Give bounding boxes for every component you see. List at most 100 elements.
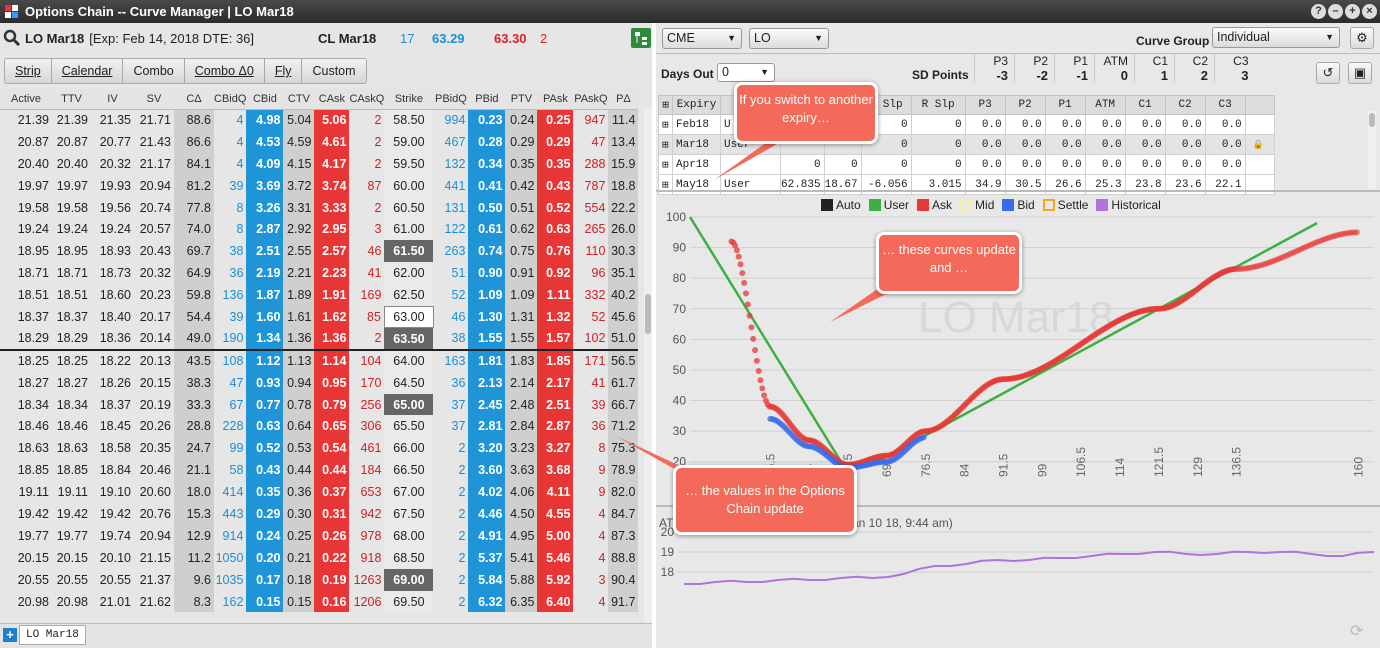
cell-iv[interactable]: 18.60 [91,284,134,306]
column-header[interactable]: Active [0,89,52,110]
cell-sv[interactable]: 20.57 [134,218,174,240]
cell-cδ[interactable]: 54.4 [174,306,214,328]
minimize-icon[interactable]: – [1328,4,1343,19]
cell-pδ[interactable]: 11.4 [608,109,639,131]
expand-row-icon[interactable]: ⊞ [658,154,673,175]
cell-paskq[interactable]: 96 [573,262,608,284]
cell-ctv[interactable]: 0.30 [283,503,315,525]
cell-pδ[interactable]: 45.6 [608,306,639,328]
cell-pbidq[interactable]: 122 [433,218,468,240]
cell-cask[interactable]: 2.95 [314,218,350,241]
cell-pbid[interactable]: 5.84 [468,568,506,591]
cell-pbid[interactable]: 6.32 [468,590,506,613]
curve-cell[interactable]: 0.0 [1044,134,1086,155]
curve-cell[interactable]: 0.0 [1004,154,1046,175]
cell-pδ[interactable]: 15.9 [608,152,639,175]
cell-sv[interactable]: 20.32 [134,262,174,284]
cell-pbidq[interactable]: 994 [433,109,468,131]
cell-cbidq[interactable]: 914 [214,525,246,547]
cell-ttv[interactable]: 20.87 [52,131,91,153]
tab-lo-mar18[interactable]: LO Mar18 [19,625,86,645]
cell-iv[interactable]: 21.35 [91,109,134,131]
cell-ttv[interactable]: 19.58 [52,197,91,219]
curve-cell[interactable]: Apr18 [672,154,721,175]
curve-cell[interactable]: 0.0 [964,114,1006,135]
table-row[interactable]: 18.25 18.25 18.22 20.13 43.5 108 1.12 1.13 1.14 1… [0,348,639,372]
cell-pbid[interactable]: 2.45 [468,393,506,416]
column-header[interactable]: CΔ [174,89,214,110]
curve-cell[interactable]: 0 [780,154,825,175]
cell-strike[interactable]: 67.50 [384,503,434,525]
sd-value[interactable]: -3 [974,68,1015,83]
column-header[interactable]: CAsk [314,89,350,110]
lock-icon[interactable]: 🔒 [1244,134,1275,155]
cell-strike[interactable]: 61.00 [384,218,434,241]
curve-cell[interactable]: 0.0 [1204,114,1246,135]
cell-ctv[interactable]: 0.94 [283,371,315,394]
cell-ctv[interactable]: 0.25 [283,524,315,547]
cell-cδ[interactable]: 18.0 [174,481,214,504]
column-header[interactable]: IV [91,89,134,110]
column-header[interactable]: PBidQ [433,89,469,110]
cell-paskq[interactable]: 947 [573,109,608,131]
column-header[interactable]: CBid [246,89,284,110]
cell-strike[interactable]: 61.50 [384,240,434,263]
cell-sv[interactable]: 20.19 [134,394,174,416]
column-header[interactable]: PAskQ [573,89,609,110]
cell-strike[interactable]: 59.00 [384,130,434,153]
cell-sv[interactable]: 20.13 [134,348,174,372]
table-row[interactable]: 18.46 18.46 18.45 20.26 28.8 228 0.63 0.64 0.65 3… [0,415,639,438]
cell-cδ[interactable]: 28.8 [174,415,214,438]
cell-pask[interactable]: 6.40 [537,590,574,613]
cell-ttv[interactable]: 19.42 [52,503,91,525]
cell-pbidq[interactable]: 132 [433,153,468,175]
cell-pδ[interactable]: 13.4 [608,130,639,153]
cell-strike[interactable]: 65.50 [384,415,434,438]
column-header[interactable]: PTV [505,89,538,110]
cell-ttv[interactable]: 18.85 [52,459,91,481]
cell-ctv[interactable]: 1.13 [283,348,315,372]
cell-paskq[interactable]: 9 [573,459,608,481]
cell-pbidq[interactable]: 2 [433,525,468,547]
cell-cδ[interactable]: 9.6 [174,568,214,591]
cell-paskq[interactable]: 4 [573,525,608,547]
curve-cell[interactable]: 0.0 [1084,114,1126,135]
cell-pδ[interactable]: 61.7 [608,371,639,394]
column-header[interactable]: PAsk [537,89,574,110]
cell-strike[interactable]: 64.00 [384,348,434,372]
cell-ttv[interactable]: 20.40 [52,153,91,175]
curve-cell[interactable]: 0.0 [1124,154,1166,175]
cell-ttv[interactable]: 18.71 [52,262,91,284]
cell-ctv[interactable]: 0.36 [283,481,315,504]
column-header[interactable]: PΔ [608,89,639,110]
cell-pbidq[interactable]: 37 [433,394,468,416]
cell-sv[interactable]: 20.17 [134,306,174,328]
curve-cell[interactable]: 0.0 [964,134,1006,155]
cell-caskq[interactable]: 1206 [349,591,384,613]
cell-cbidq[interactable]: 58 [214,459,246,481]
cell-cbidq[interactable]: 67 [214,394,246,416]
cell-paskq[interactable]: 8 [573,437,608,459]
table-row[interactable]: 18.27 18.27 18.26 20.15 38.3 47 0.93 0.94 0.95 17… [0,371,639,394]
curve-cell[interactable] [720,154,781,175]
cell-ttv[interactable]: 18.95 [52,240,91,262]
exchange-select[interactable]: CME ▼ [662,28,742,49]
cell-paskq[interactable]: 9 [573,481,608,503]
cell-sv[interactable]: 21.43 [134,131,174,153]
cell-pask[interactable]: 0.43 [537,174,574,197]
table-row[interactable]: 20.40 20.40 20.32 21.17 84.1 4 4.09 4.15 4.17 2 59… [0,152,639,175]
cell-pask[interactable]: 2.87 [537,415,574,438]
table-row[interactable]: 19.77 19.77 19.74 20.94 12.9 914 0.24 0.25 0.26 9… [0,524,639,547]
table-row[interactable]: 20.55 20.55 20.55 21.37 9.6 1035 0.17 0.18 0.19 1… [0,568,639,591]
cell-cbid[interactable]: 0.43 [246,459,284,482]
cell-pask[interactable]: 5.92 [537,568,574,591]
days-out-select[interactable]: 0 ▼ [717,63,775,82]
cell-strike[interactable]: 68.00 [384,524,434,547]
cell-ctv[interactable]: 5.04 [283,109,315,131]
cell-ctv[interactable]: 1.61 [283,306,315,328]
cell-cδ[interactable]: 11.2 [174,546,214,569]
curve-cell[interactable]: 0.0 [1164,114,1206,135]
cell-paskq[interactable]: 3 [573,569,608,591]
cell-caskq[interactable]: 85 [349,306,384,328]
instrument-name[interactable]: LO Mar18 [25,31,84,46]
